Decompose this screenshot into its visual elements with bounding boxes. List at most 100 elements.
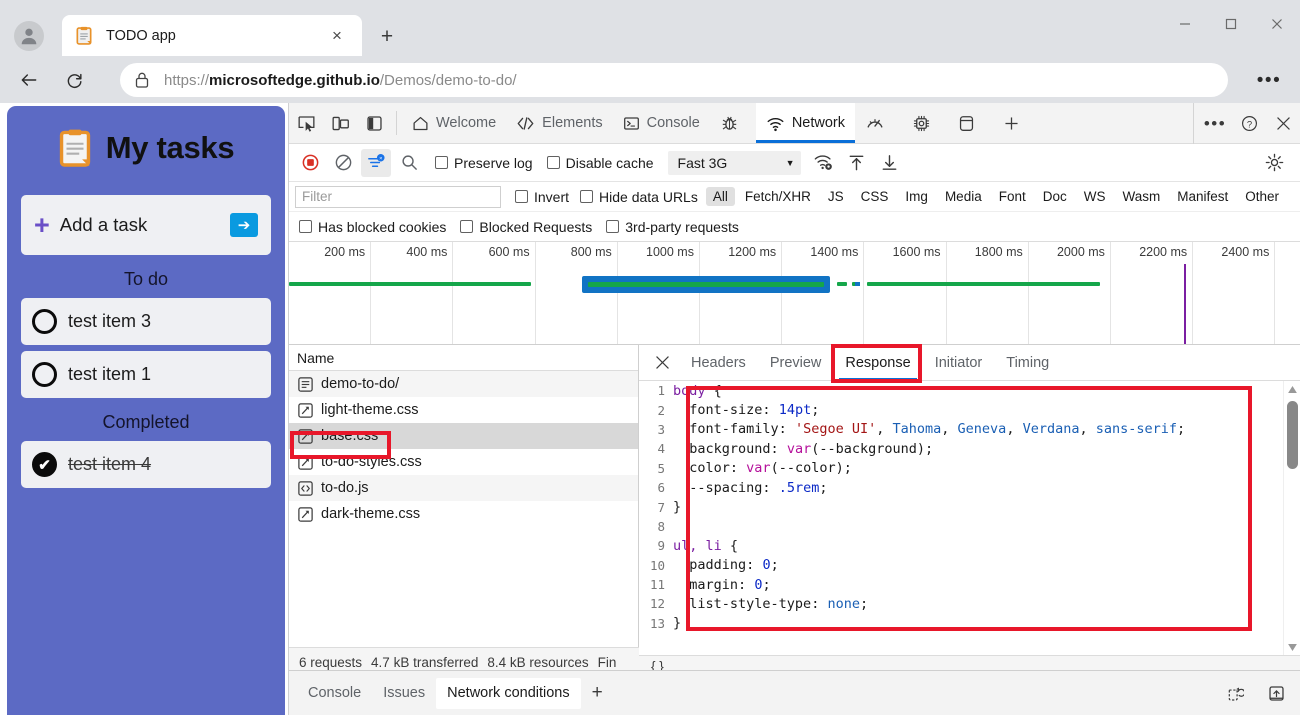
disable-cache-checkbox[interactable]: Disable cache xyxy=(546,155,654,171)
task-checkbox-circle-icon[interactable] xyxy=(32,362,57,387)
third-party-requests-checkbox[interactable]: 3rd-party requests xyxy=(606,219,739,235)
invert-checkbox[interactable]: Invert xyxy=(515,189,569,205)
dock-drawer-button[interactable] xyxy=(1259,684,1293,703)
list-item[interactable]: test item 3 xyxy=(21,298,271,345)
more-tools-button[interactable] xyxy=(992,103,1031,143)
resource-type-filter-other[interactable]: Other xyxy=(1238,187,1286,206)
scroll-up-arrow-icon[interactable] xyxy=(1284,381,1300,397)
table-row[interactable]: demo-to-do/ xyxy=(289,371,638,397)
tab-welcome[interactable]: Welcome xyxy=(402,103,506,143)
resource-type-filter-css[interactable]: CSS xyxy=(854,187,896,206)
stylesheet-icon xyxy=(297,402,314,419)
window-maximize-button[interactable] xyxy=(1208,0,1254,48)
tab-performance[interactable] xyxy=(855,103,902,143)
tab-console[interactable]: Console xyxy=(613,103,710,143)
resource-type-filter-img[interactable]: Img xyxy=(898,187,935,206)
list-item[interactable]: ✔ test item 4 xyxy=(21,441,271,488)
scrollbar-thumb[interactable] xyxy=(1287,401,1298,469)
device-toolbar-button[interactable] xyxy=(323,103,357,143)
dock-side-button[interactable] xyxy=(357,103,391,143)
reload-button[interactable] xyxy=(58,63,92,97)
checkbox-icon xyxy=(546,156,560,169)
table-row[interactable]: light-theme.css xyxy=(289,397,638,423)
svg-text:?: ? xyxy=(1246,119,1251,130)
hide-data-urls-checkbox[interactable]: Hide data URLs xyxy=(580,189,698,205)
list-item-label: test item 1 xyxy=(68,364,152,384)
network-conditions-button[interactable] xyxy=(809,149,839,177)
table-row[interactable]: base.css xyxy=(289,423,638,449)
network-settings-button[interactable] xyxy=(1259,149,1289,177)
add-task-submit-button[interactable]: ➔ xyxy=(230,213,258,237)
drawer-add-tab-button[interactable]: + xyxy=(581,678,614,709)
detail-close-button[interactable] xyxy=(645,354,679,371)
devtools-close-button[interactable] xyxy=(1266,115,1300,132)
filter-input[interactable]: Filter xyxy=(295,185,501,208)
inspect-element-button[interactable] xyxy=(289,103,323,143)
code-line: 2 font-size: 14pt; xyxy=(639,400,1300,419)
resource-type-filter-font[interactable]: Font xyxy=(992,187,1033,206)
response-body-viewer[interactable]: 1 body {2 font-size: 14pt; 3 font-family: … xyxy=(639,381,1300,655)
resource-type-filter-fetch-xhr[interactable]: Fetch/XHR xyxy=(738,187,818,206)
table-row[interactable]: to-do-styles.css xyxy=(289,449,638,475)
filter-button[interactable]: × xyxy=(361,148,391,177)
person-icon xyxy=(21,28,37,45)
tab-memory[interactable] xyxy=(902,103,948,143)
export-har-button[interactable] xyxy=(875,149,905,177)
drawer-tab-console[interactable]: Console xyxy=(297,678,372,709)
resource-type-filter-ws[interactable]: WS xyxy=(1077,187,1113,206)
devtools-more-button[interactable]: ••• xyxy=(1198,114,1232,134)
table-row[interactable]: dark-theme.css xyxy=(289,501,638,527)
tab-sources-debugger[interactable] xyxy=(710,103,756,143)
has-blocked-cookies-checkbox[interactable]: Has blocked cookies xyxy=(299,219,446,235)
detail-tab-response[interactable]: Response xyxy=(833,345,922,381)
profile-avatar[interactable] xyxy=(14,21,44,51)
list-item[interactable]: test item 1 xyxy=(21,351,271,398)
browser-tab[interactable]: TODO app × xyxy=(62,15,362,56)
timeline-tick-label: 2400 ms xyxy=(1221,245,1270,259)
application-storage-icon xyxy=(958,114,975,133)
throttle-select[interactable]: Fast 3G ▼ xyxy=(667,150,801,175)
task-checkbox-circle-icon[interactable] xyxy=(32,309,57,334)
clear-button[interactable] xyxy=(328,149,358,177)
scroll-down-arrow-icon[interactable] xyxy=(1284,639,1300,655)
resource-type-filter-doc[interactable]: Doc xyxy=(1036,187,1074,206)
search-button[interactable] xyxy=(394,149,424,177)
add-task-input-row[interactable]: + Add a task ➔ xyxy=(21,195,271,255)
detail-tab-initiator[interactable]: Initiator xyxy=(923,345,995,381)
resource-type-filter-wasm[interactable]: Wasm xyxy=(1116,187,1168,206)
clear-console-button[interactable] xyxy=(1217,684,1251,703)
section-heading-todo: To do xyxy=(123,269,169,289)
preserve-log-checkbox[interactable]: Preserve log xyxy=(435,155,533,171)
code-line: 5 color: var(--color); xyxy=(639,459,1300,478)
tab-close-icon[interactable]: × xyxy=(324,23,350,49)
request-list-column-header[interactable]: Name xyxy=(289,345,638,371)
back-button[interactable] xyxy=(12,63,46,97)
drawer-tab-network-conditions[interactable]: Network conditions xyxy=(436,677,581,709)
window-minimize-button[interactable] xyxy=(1162,0,1208,48)
response-scrollbar[interactable] xyxy=(1283,381,1300,655)
tab-elements[interactable]: Elements xyxy=(506,103,612,143)
table-row[interactable]: to-do.js xyxy=(289,475,638,501)
add-task-input[interactable]: Add a task xyxy=(60,214,230,236)
detail-tab-timing[interactable]: Timing xyxy=(994,345,1061,381)
browser-settings-button[interactable]: ••• xyxy=(1252,69,1286,93)
import-har-button[interactable] xyxy=(842,149,872,177)
task-checkbox-checked-icon[interactable]: ✔ xyxy=(32,452,57,477)
todo-section-todo: To do test item 3 test item 1 xyxy=(21,269,271,398)
tab-application[interactable] xyxy=(948,103,992,143)
blocked-requests-checkbox[interactable]: Blocked Requests xyxy=(460,219,592,235)
network-overview-timeline[interactable]: 200 ms 400 ms 600 ms 800 ms 1000 ms 1200 ms 14… xyxy=(289,242,1300,345)
new-tab-button[interactable]: + xyxy=(372,22,402,52)
resource-type-filter-manifest[interactable]: Manifest xyxy=(1170,187,1235,206)
window-close-button[interactable] xyxy=(1254,0,1300,48)
devtools-help-button[interactable]: ? xyxy=(1232,114,1266,133)
drawer-tab-issues[interactable]: Issues xyxy=(372,678,436,709)
resource-type-filter-media[interactable]: Media xyxy=(938,187,989,206)
record-button[interactable] xyxy=(295,149,325,177)
tab-network[interactable]: Network xyxy=(755,103,856,143)
detail-tab-preview[interactable]: Preview xyxy=(758,345,834,381)
detail-tab-headers[interactable]: Headers xyxy=(679,345,758,381)
resource-type-filter-js[interactable]: JS xyxy=(821,187,851,206)
address-bar[interactable]: https://microsoftedge.github.io/Demos/de… xyxy=(120,63,1228,97)
resource-type-filter-all[interactable]: All xyxy=(705,187,735,206)
